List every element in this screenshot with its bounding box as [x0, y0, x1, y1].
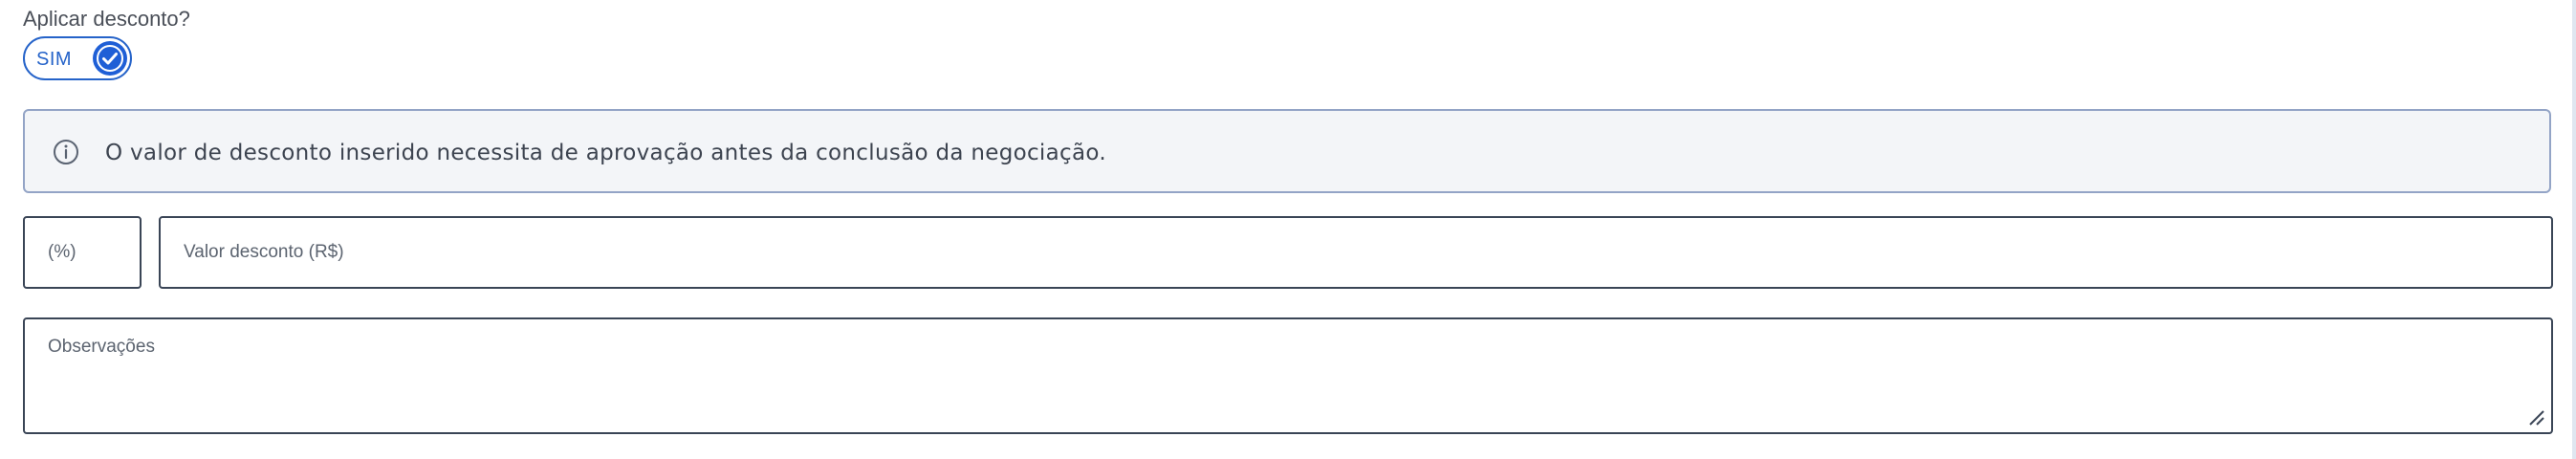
apply-discount-toggle[interactable]: SIM	[23, 36, 132, 80]
resize-handle-icon[interactable]	[2526, 407, 2545, 426]
discount-percent-field	[23, 216, 142, 289]
observations-field	[23, 317, 2553, 434]
approval-info-text: O valor de desconto inserido necessita d…	[105, 141, 1106, 165]
discount-form: Aplicar desconto? SIM O valor de descont…	[0, 0, 2576, 459]
discount-value-input[interactable]	[161, 218, 2551, 287]
observations-textarea[interactable]	[25, 319, 2551, 432]
discount-value-field	[159, 216, 2553, 289]
discount-percent-input[interactable]	[25, 218, 140, 287]
info-circle-icon	[52, 138, 80, 166]
check-icon	[93, 41, 127, 76]
apply-discount-label: Aplicar desconto?	[23, 7, 190, 31]
toggle-label: SIM	[36, 49, 73, 70]
approval-info-banner: O valor de desconto inserido necessita d…	[23, 109, 2551, 193]
scrollbar-track[interactable]	[2572, 0, 2576, 459]
